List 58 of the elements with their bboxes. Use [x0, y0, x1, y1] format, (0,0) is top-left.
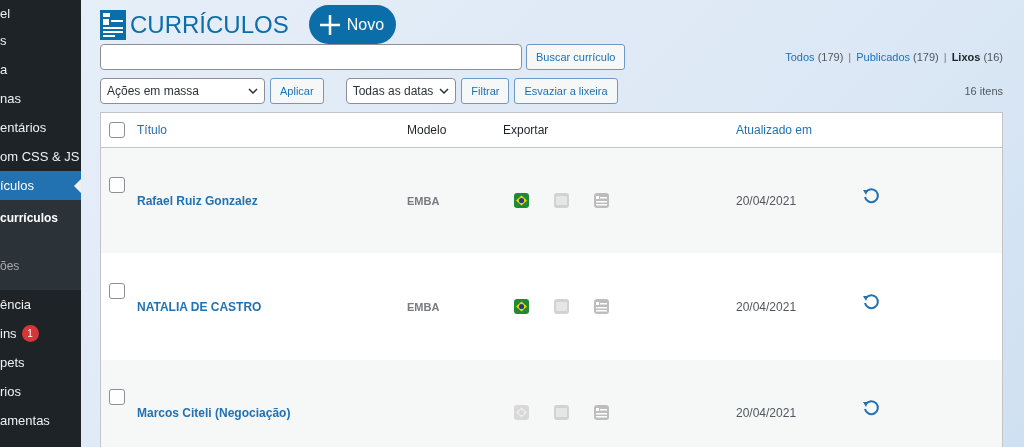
column-header: Modelo: [407, 123, 448, 137]
select-all-checkbox[interactable]: [109, 122, 125, 138]
menu-item[interactable]: a: [0, 55, 81, 84]
restore-icon[interactable]: [862, 186, 880, 205]
model-cell: EMBA: [407, 194, 440, 207]
filter-button[interactable]: Filtrar: [461, 78, 510, 104]
date-dropdown[interactable]: Todas as datas: [345, 78, 457, 104]
new-button[interactable]: Novo: [308, 5, 397, 44]
view-link[interactable]: Lixos (16): [951, 51, 1003, 63]
menu-item[interactable]: entários: [0, 113, 81, 142]
apply-button[interactable]: Aplicar: [270, 78, 324, 104]
search-field[interactable]: [100, 44, 522, 70]
column-header[interactable]: Atualizado em: [736, 123, 1002, 137]
submenu-item[interactable]: ões: [0, 254, 81, 278]
date-cell: 20/04/2021: [736, 193, 797, 208]
resume-title-link[interactable]: Rafael Ruiz Gonzalez: [137, 193, 258, 208]
date-cell: 20/04/2021: [736, 405, 797, 420]
chevron-down-icon: [439, 88, 450, 94]
menu-item[interactable]: ículos: [0, 171, 81, 200]
flag-icon[interactable]: [514, 299, 529, 314]
row-checkbox[interactable]: [109, 177, 125, 193]
bulk-actions-dropdown[interactable]: Ações em massa: [100, 78, 265, 104]
column-header[interactable]: Título: [137, 123, 407, 137]
page-title: CURRÍCULOS: [130, 10, 289, 39]
item-count: 16 itens: [964, 85, 1003, 97]
menu-item[interactable]: ência: [0, 290, 81, 319]
resume-title-link[interactable]: Marcos Citeli (Negociação): [137, 405, 291, 420]
menu-item[interactable]: om CSS & JS: [0, 142, 81, 171]
separator: |: [943, 51, 947, 63]
flag-icon[interactable]: [514, 193, 529, 208]
card-icon[interactable]: [594, 405, 609, 420]
menu-item[interactable]: s: [0, 26, 81, 55]
resume-title-link[interactable]: NATALIA DE CASTRO: [137, 299, 262, 314]
card-icon[interactable]: [594, 193, 609, 208]
resume-icon: [100, 9, 126, 40]
menu-item[interactable]: nas: [0, 84, 81, 113]
restore-icon[interactable]: [862, 292, 880, 311]
search-button[interactable]: Buscar currículo: [526, 44, 626, 70]
view-link[interactable]: Publicados (179): [856, 51, 939, 63]
row-checkbox[interactable]: [109, 389, 125, 405]
menu-item[interactable]: el: [0, 0, 81, 26]
plus-icon: [318, 13, 341, 36]
row-checkbox[interactable]: [109, 283, 125, 299]
separator: |: [848, 51, 852, 63]
menu-item[interactable]: amentas: [0, 406, 81, 435]
update-count-badge: 1: [21, 325, 39, 342]
empty-trash-button[interactable]: Esvaziar a lixeira: [514, 78, 618, 104]
submenu-item[interactable]: currículos: [0, 206, 81, 230]
view-link[interactable]: Todos (179): [785, 51, 844, 63]
column-header: Exportar: [503, 123, 550, 137]
menu-item[interactable]: rios: [0, 377, 81, 406]
model-cell: EMBA: [407, 300, 440, 313]
chevron-down-icon: [248, 88, 258, 94]
menu-item[interactable]: pets: [0, 348, 81, 377]
menu-item[interactable]: ins 1: [0, 319, 81, 348]
card-icon[interactable]: [594, 299, 609, 314]
date-cell: 20/04/2021: [736, 299, 797, 314]
restore-icon[interactable]: [862, 398, 880, 417]
